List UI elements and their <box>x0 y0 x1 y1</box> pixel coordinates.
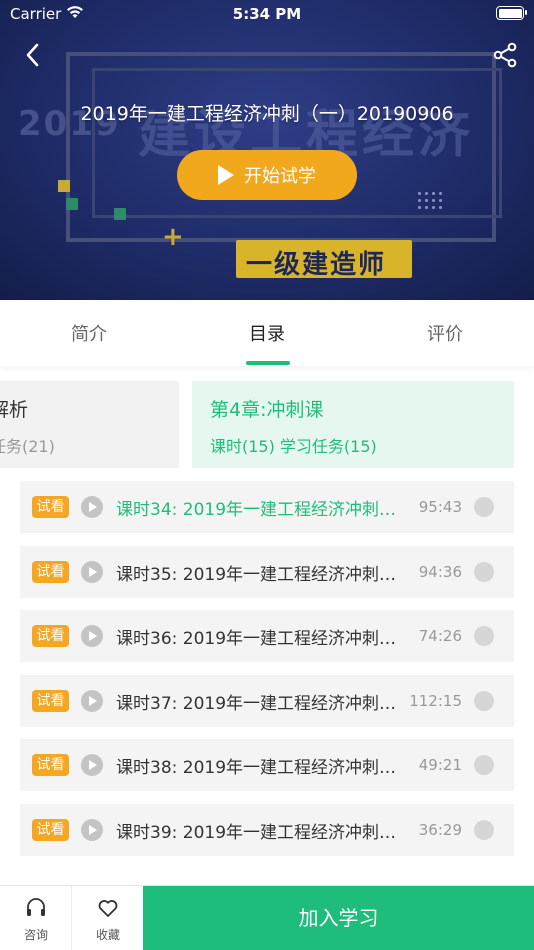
play-circle-icon <box>81 689 103 712</box>
back-arrow-icon[interactable] <box>20 40 46 70</box>
banner-plus-decoration: + <box>162 222 184 252</box>
headset-icon <box>27 898 45 916</box>
play-circle-icon <box>81 560 103 583</box>
chapter-name: 解析 <box>0 399 29 421</box>
chapter-meta: 课时(15) 学习任务(15) <box>210 437 377 456</box>
lesson-row[interactable]: 试看 课时35: 2019年一建工程经济冲刺（二） 94:36 <box>20 545 514 598</box>
tab-intro[interactable]: 简介 <box>0 320 178 346</box>
progress-status-icon <box>474 690 494 711</box>
battery-icon <box>496 6 527 20</box>
lesson-row[interactable]: 试看 课时36: 2019年一建工程经济冲刺（三） 74:26 <box>20 610 514 663</box>
course-title: 2019年一建工程经济冲刺（一）20190906 <box>80 103 454 125</box>
start-trial-label: 开始试学 <box>244 166 316 187</box>
banner-square-decoration <box>114 208 126 220</box>
lesson-row[interactable]: 试看 课时39: 2019年一建工程经济冲刺（六） 36:29 <box>20 803 514 856</box>
trial-badge: 试看 <box>32 560 69 583</box>
chapter-card-previous[interactable]: 解析 任务(21) <box>0 381 179 468</box>
play-circle-icon <box>81 625 103 648</box>
lesson-row[interactable]: 试看 课时34: 2019年一建工程经济冲刺（一） 95:43 <box>20 481 514 533</box>
play-circle-icon <box>81 754 103 777</box>
ios-status-bar: Carrier 5:34 PM <box>0 0 534 28</box>
lesson-title: 课时35: 2019年一建工程经济冲刺（二） <box>116 564 402 585</box>
lesson-duration: 74:26 <box>418 627 462 646</box>
trial-badge: 试看 <box>32 818 69 841</box>
lesson-duration: 49:21 <box>418 756 462 775</box>
lesson-title: 课时34: 2019年一建工程经济冲刺（一） <box>116 500 402 520</box>
lesson-list: 试看 课时34: 2019年一建工程经济冲刺（一） 95:43 试看 课时35:… <box>20 481 514 869</box>
progress-status-icon <box>474 819 494 840</box>
lesson-title: 课时37: 2019年一建工程经济冲刺（四） <box>116 693 402 714</box>
tab-catalog[interactable]: 目录 <box>178 320 356 346</box>
banner-dots-decoration <box>416 190 444 212</box>
course-hero-banner: 2019 建设工程经济 一级建造师 + Carrier 5:34 PM 2019… <box>0 0 534 300</box>
progress-status-icon <box>474 755 494 776</box>
lesson-duration: 112:15 <box>409 691 462 710</box>
favorite-button[interactable]: 收藏 <box>72 886 144 950</box>
chapter-name: 第4章:冲刺课 <box>210 399 324 421</box>
active-tab-indicator <box>246 361 290 365</box>
lesson-row[interactable]: 试看 课时38: 2019年一建工程经济冲刺（五） 49:21 <box>20 739 514 792</box>
trial-badge: 试看 <box>32 496 69 518</box>
favorite-label: 收藏 <box>95 928 120 942</box>
join-study-button[interactable]: 加入学习 <box>143 886 534 950</box>
lesson-title: 课时39: 2019年一建工程经济冲刺（六） <box>116 822 402 843</box>
chapter-card-current[interactable]: 第4章:冲刺课 课时(15) 学习任务(15) <box>192 381 514 468</box>
progress-status-icon <box>474 626 494 647</box>
banner-square-decoration <box>66 198 78 210</box>
start-trial-button[interactable]: 开始试学 <box>177 150 357 200</box>
play-icon <box>218 165 234 185</box>
bottom-action-bar: 咨询 收藏 加入学习 <box>0 885 534 950</box>
heart-icon <box>98 900 118 917</box>
tab-reviews[interactable]: 评价 <box>356 320 534 346</box>
progress-status-icon <box>474 561 494 582</box>
trial-badge: 试看 <box>32 754 69 777</box>
lesson-duration: 94:36 <box>418 562 462 581</box>
play-circle-icon <box>81 496 103 518</box>
play-circle-icon <box>81 818 103 841</box>
lesson-title: 课时38: 2019年一建工程经济冲刺（五） <box>116 758 402 779</box>
trial-badge: 试看 <box>32 625 69 648</box>
consult-label: 咨询 <box>23 928 48 942</box>
course-tabs: 简介 目录 评价 <box>0 300 534 366</box>
lesson-duration: 95:43 <box>418 498 462 516</box>
lesson-title: 课时36: 2019年一建工程经济冲刺（三） <box>116 629 402 650</box>
chapter-meta: 任务(21) <box>0 437 55 456</box>
lesson-row[interactable]: 试看 课时37: 2019年一建工程经济冲刺（四） 112:15 <box>20 674 514 727</box>
consult-button[interactable]: 咨询 <box>0 886 72 950</box>
clock-label: 5:34 PM <box>232 5 302 23</box>
share-icon[interactable] <box>492 42 518 68</box>
trial-badge: 试看 <box>32 689 69 712</box>
progress-status-icon <box>474 497 494 517</box>
lesson-duration: 36:29 <box>418 820 462 839</box>
banner-strip-art: 一级建造师 <box>246 250 387 280</box>
banner-square-decoration <box>58 180 70 192</box>
